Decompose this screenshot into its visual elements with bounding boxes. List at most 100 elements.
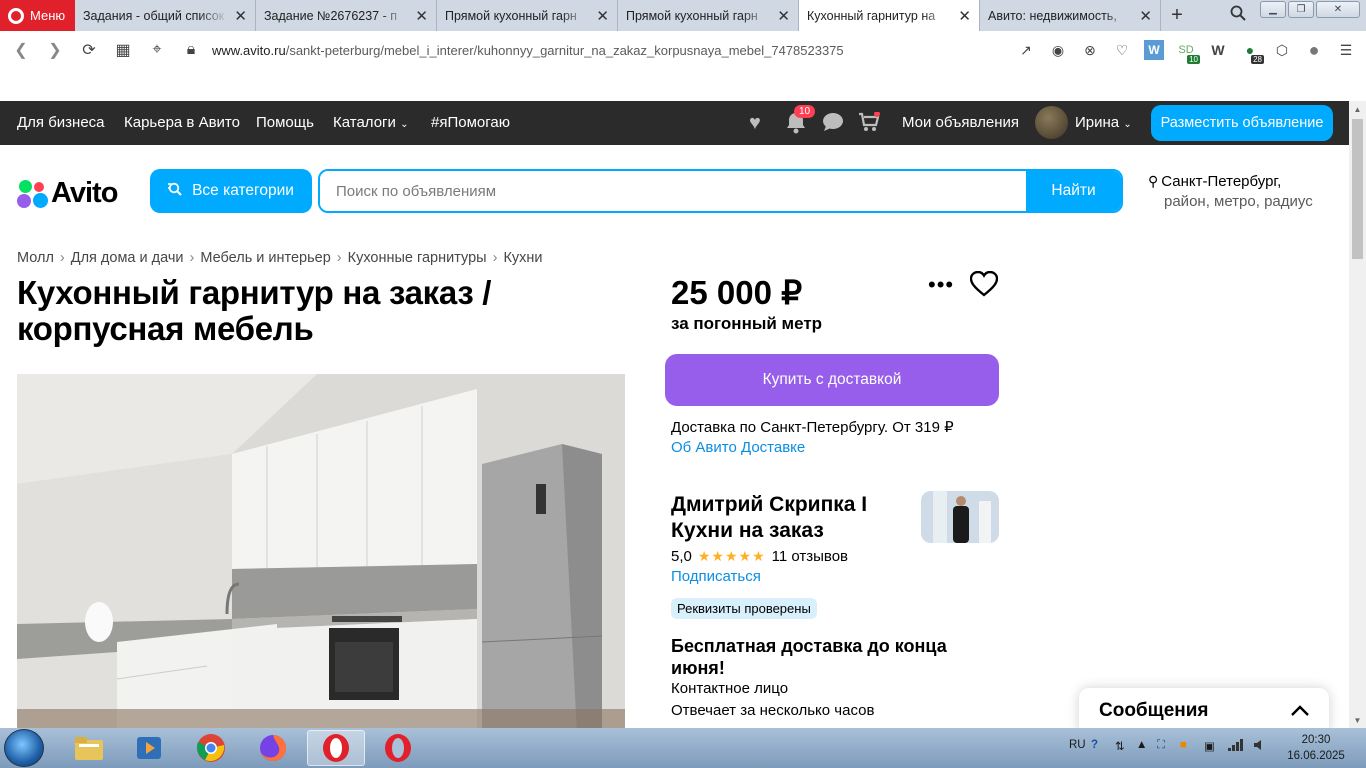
- post-ad-button[interactable]: Разместить объявление: [1151, 105, 1333, 141]
- breadcrumb-item[interactable]: Молл: [17, 250, 54, 266]
- share-icon[interactable]: ↗: [1016, 40, 1036, 60]
- catalogs-dropdown[interactable]: Каталоги ⌄: [333, 114, 408, 131]
- location-pin-icon[interactable]: ⌖: [140, 41, 174, 59]
- help-tray-icon[interactable]: ?: [1091, 739, 1098, 751]
- system-clock[interactable]: 20:30 16.06.2025: [1281, 732, 1351, 764]
- tab-close-icon[interactable]: ✕: [958, 7, 971, 25]
- browser-tab-active[interactable]: Кухонный гарнитур на ✕: [799, 0, 980, 31]
- start-button-icon[interactable]: [4, 729, 44, 767]
- tab-close-icon[interactable]: ✕: [596, 7, 609, 25]
- seller-rating: 5,0 ★★★★★ 11 отзывов: [671, 548, 848, 565]
- scrollbar-thumb[interactable]: [1352, 119, 1363, 259]
- close-window-icon[interactable]: ✕: [1316, 1, 1360, 18]
- opera-taskbar-icon[interactable]: [369, 730, 427, 766]
- subscribe-link[interactable]: Подписаться: [671, 568, 761, 585]
- page-scrollbar[interactable]: ▲ ▼: [1349, 101, 1366, 728]
- wiki-extension-icon[interactable]: W: [1208, 40, 1228, 60]
- scroll-up-icon[interactable]: ▲: [1349, 101, 1366, 117]
- url-field[interactable]: www.avito.ru/sankt-peterburg/mebel_i_int…: [212, 43, 844, 58]
- firefox-icon[interactable]: [244, 730, 302, 766]
- media-player-icon[interactable]: [120, 730, 178, 766]
- chevron-down-icon: ⌄: [1123, 119, 1132, 130]
- camera-icon[interactable]: ◉: [1048, 40, 1068, 60]
- buy-with-delivery-button[interactable]: Купить с доставкой: [665, 354, 999, 406]
- back-icon[interactable]: ❮: [4, 40, 38, 60]
- career-link[interactable]: Карьера в Авито: [124, 114, 240, 131]
- block-icon[interactable]: ⊗: [1080, 40, 1100, 60]
- clock-time: 20:30: [1301, 734, 1331, 746]
- reviews-count[interactable]: 11 отзывов: [772, 548, 848, 565]
- reload-icon[interactable]: ⟳: [72, 40, 106, 60]
- delivery-info: Доставка по Санкт-Петербургу. От 319 ₽: [671, 419, 954, 436]
- more-options-icon[interactable]: •••: [928, 272, 954, 298]
- avito-logo[interactable]: Avito: [17, 177, 118, 210]
- favorites-heart-icon[interactable]: ♥: [749, 112, 761, 135]
- location-selector[interactable]: ⚲ Санкт-Петербург, район, метро, радиус: [1148, 171, 1313, 212]
- maximize-icon[interactable]: ❐: [1288, 1, 1314, 18]
- seo-extension-icon[interactable]: SD 10: [1176, 40, 1200, 64]
- opera-taskbar-icon-active[interactable]: [307, 730, 365, 766]
- seller-name[interactable]: Дмитрий Скрипка I Кухни на заказ: [671, 492, 911, 544]
- all-categories-button[interactable]: Все категории: [150, 169, 312, 213]
- ihelp-link[interactable]: #яПомогаю: [431, 114, 510, 131]
- cart-icon[interactable]: [858, 111, 880, 138]
- file-explorer-icon[interactable]: [60, 730, 118, 766]
- tab-close-icon[interactable]: ✕: [415, 7, 428, 25]
- scroll-down-icon[interactable]: ▼: [1349, 712, 1366, 728]
- lock-icon[interactable]: 🔒︎: [174, 41, 208, 59]
- my-ads-link[interactable]: Мои объявления: [902, 114, 1019, 131]
- browser-tab[interactable]: Авито: недвижимость, ✕: [980, 0, 1161, 31]
- show-hidden-icons-icon[interactable]: ▲: [1136, 739, 1147, 751]
- volume-icon[interactable]: [1254, 739, 1266, 754]
- browser-tab[interactable]: Прямой кухонный гарн ✕: [618, 0, 799, 31]
- browser-tab[interactable]: SP Задания - общий список ✕: [75, 0, 1062, 218]
- messages-panel[interactable]: Сообщения: [1079, 688, 1329, 728]
- office-tray-icon[interactable]: ■: [1180, 739, 1187, 751]
- forward-icon[interactable]: ❯: [38, 40, 72, 60]
- easy-setup-icon[interactable]: ☰: [1336, 40, 1356, 60]
- contact-person-label: Контактное лицо: [671, 680, 789, 697]
- browser-tab[interactable]: Прямой кухонный гарн ✕: [437, 0, 618, 31]
- user-menu[interactable]: Ирина ⌄: [1075, 114, 1132, 131]
- business-link[interactable]: Для бизнеса: [17, 114, 105, 131]
- tab-title: Задание №2676237 - п: [264, 8, 398, 23]
- device-tray-icon[interactable]: ▣: [1204, 739, 1215, 753]
- breadcrumb-item[interactable]: Кухни: [503, 250, 542, 266]
- heart-icon[interactable]: ♡: [1112, 40, 1132, 60]
- chevron-up-icon[interactable]: [1291, 700, 1309, 722]
- search-input[interactable]: [320, 171, 1026, 211]
- speed-dial-icon[interactable]: ▦: [106, 40, 140, 60]
- counter-extension-icon[interactable]: ● 28: [1240, 40, 1264, 64]
- screenshot-tray-icon[interactable]: ⛶: [1157, 739, 1165, 752]
- tab-search-icon[interactable]: [1230, 5, 1246, 26]
- chat-icon[interactable]: [822, 112, 844, 138]
- avito-logo-icon: [17, 179, 48, 208]
- tab-close-icon[interactable]: ✕: [234, 7, 247, 25]
- chrome-icon[interactable]: [182, 730, 240, 766]
- search-button[interactable]: Найти: [1026, 171, 1121, 211]
- breadcrumb-item[interactable]: Кухонные гарнитуры: [348, 250, 487, 266]
- tab-close-icon[interactable]: ✕: [1139, 7, 1152, 25]
- help-link[interactable]: Помощь: [256, 114, 314, 131]
- minimize-icon[interactable]: ▁: [1260, 1, 1286, 18]
- listing-photo[interactable]: [17, 374, 625, 728]
- language-indicator[interactable]: RU: [1069, 739, 1086, 751]
- network-signal-icon[interactable]: [1228, 739, 1244, 754]
- extension-badge: 28: [1251, 55, 1264, 64]
- profile-icon[interactable]: ●: [1304, 40, 1324, 60]
- seller-avatar[interactable]: [921, 491, 999, 543]
- tray-settings-icon[interactable]: ⇅: [1115, 739, 1125, 753]
- browser-tab[interactable]: SP Задание №2676237 - п ✕: [256, 0, 1243, 218]
- new-tab-icon[interactable]: +: [1161, 0, 1193, 31]
- catalogs-label: Каталоги: [333, 114, 396, 131]
- opera-menu-button[interactable]: Меню: [0, 0, 75, 31]
- box-icon[interactable]: ⬡: [1272, 40, 1292, 60]
- user-avatar[interactable]: [1035, 106, 1068, 139]
- breadcrumb-item[interactable]: Мебель и интерьер: [200, 250, 330, 266]
- about-delivery-link[interactable]: Об Авито Доставке: [671, 439, 805, 456]
- word-extension-icon[interactable]: W: [1144, 40, 1164, 60]
- tab-close-icon[interactable]: ✕: [777, 7, 790, 25]
- favorite-heart-icon[interactable]: [969, 270, 999, 304]
- breadcrumb-item[interactable]: Для дома и дачи: [71, 250, 184, 266]
- messages-label: Сообщения: [1099, 699, 1209, 721]
